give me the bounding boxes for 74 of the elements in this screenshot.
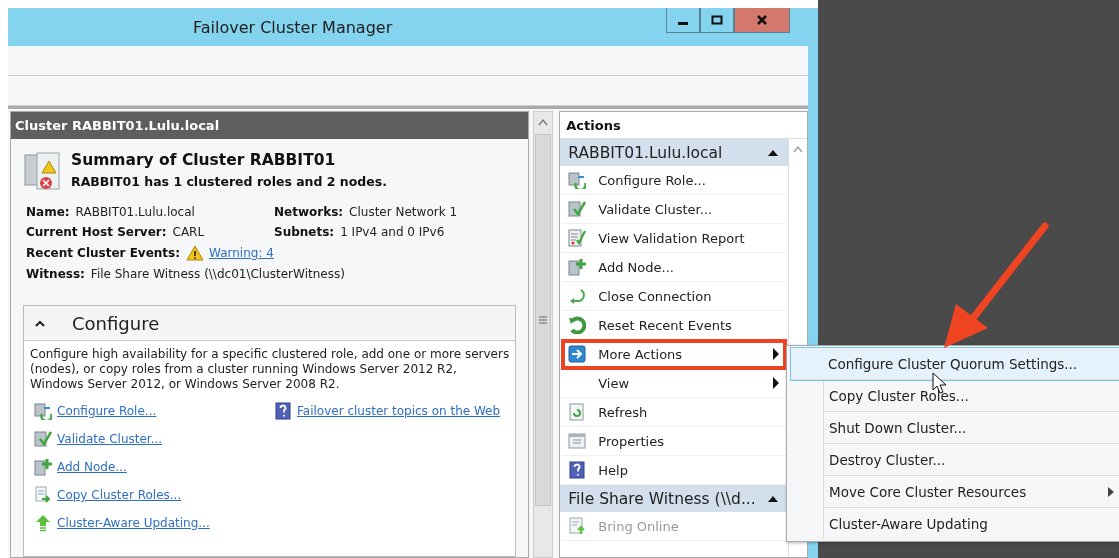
maximize-button[interactable] xyxy=(700,8,734,33)
properties-icon xyxy=(568,432,587,450)
maximize-icon xyxy=(710,13,724,27)
warning-icon xyxy=(186,245,205,261)
collapse-icon xyxy=(34,318,46,328)
action-link[interactable]: Add Node... xyxy=(57,460,127,474)
arrow-square-icon xyxy=(568,345,587,363)
list-up-icon xyxy=(568,517,587,535)
minimize-icon xyxy=(678,21,688,25)
description-text: Configure high availability for a specific clustered role, add one or more servers (nodes), or copy roles from a cluster running Windows Server 2012 R2, Windows Server 2012, or Windows Server 2008 R2. xyxy=(30,347,510,392)
pane-header: Cluster RABBIT01.Lulu.local xyxy=(11,112,529,139)
warning-link[interactable]: Warning: 4 xyxy=(209,246,274,260)
field-label: Witness: xyxy=(26,267,85,281)
configure-header[interactable]: Configure xyxy=(24,306,516,341)
section-title: Configure xyxy=(72,312,160,334)
collapse-icon xyxy=(768,148,778,157)
group-header[interactable]: File Share Witness (\\d... xyxy=(560,485,788,512)
document-arrow-icon xyxy=(34,486,52,504)
server-arrows-icon xyxy=(34,402,52,420)
field-label: Recent Cluster Events: xyxy=(26,246,181,260)
menu-item[interactable]: Cluster-Aware Updating xyxy=(823,508,1119,539)
menu-item[interactable]: Destroy Cluster... xyxy=(823,444,1119,476)
return-arrow-icon xyxy=(568,287,587,305)
field-label: Current Host Server: xyxy=(26,225,167,239)
summary-title: Summary of Cluster RABBIT01 xyxy=(71,151,337,169)
collapse-icon xyxy=(768,494,778,503)
field-value: Cluster Network 1 xyxy=(349,205,458,219)
scroll-up-icon xyxy=(538,118,549,126)
action-link[interactable]: Cluster-Aware Updating... xyxy=(57,516,210,530)
field-label: Networks: xyxy=(274,205,344,219)
field-value: 1 IPv4 and 0 IPv6 xyxy=(340,225,445,239)
action-item[interactable]: Close Connection xyxy=(562,282,786,311)
action-item[interactable]: Reset Recent Events xyxy=(562,311,786,340)
menu-item[interactable]: Move Core Cluster Resources xyxy=(823,476,1119,508)
action-item[interactable]: View Validation Report xyxy=(562,224,786,253)
circular-arrow-icon xyxy=(568,316,587,334)
grip-icon xyxy=(538,316,549,324)
action-item[interactable]: Refresh xyxy=(562,398,786,427)
window-title: Failover Cluster Manager xyxy=(193,17,393,37)
server-plus-icon xyxy=(34,458,52,476)
server-check-icon xyxy=(568,200,587,218)
field-value: CARL xyxy=(172,225,205,239)
menu-item[interactable]: Configure Cluster Quorum Settings... xyxy=(791,348,1119,380)
server-check-icon xyxy=(34,430,52,448)
help-link[interactable]: Failover cluster topics on the Web xyxy=(297,404,501,418)
field-value: File Share Witness (\\dc01\ClusterWitness) xyxy=(90,267,345,281)
refresh-page-icon xyxy=(568,403,587,421)
question-book-icon xyxy=(568,461,587,479)
action-link[interactable]: Copy Cluster Roles... xyxy=(57,488,182,502)
minimize-button[interactable] xyxy=(666,8,700,33)
action-item[interactable]: Add Node... xyxy=(562,253,786,282)
action-item[interactable]: View xyxy=(562,369,786,398)
action-item[interactable]: More Actions xyxy=(562,340,786,369)
menu-item[interactable]: Shut Down Cluster... xyxy=(823,412,1119,444)
action-item[interactable]: Validate Cluster... xyxy=(562,195,786,224)
action-item[interactable]: Configure Role... xyxy=(562,166,786,195)
question-book-icon xyxy=(274,402,292,420)
field-label: Name: xyxy=(26,205,70,219)
summary-subtitle: RABBIT01 has 1 clustered roles and 2 nodes. xyxy=(71,174,387,189)
server-arrows-icon xyxy=(568,171,587,189)
up-arrow-icon xyxy=(34,514,52,532)
close-icon xyxy=(755,13,769,27)
field-label: Subnets: xyxy=(274,225,335,239)
group-header[interactable]: RABBIT01.Lulu.local xyxy=(560,139,788,166)
action-item[interactable]: Properties xyxy=(562,427,786,456)
scroll-thumb[interactable] xyxy=(535,134,552,506)
report-check-icon xyxy=(568,229,587,247)
field-value: RABBIT01.Lulu.local xyxy=(75,205,195,219)
scrollbar[interactable] xyxy=(533,111,554,558)
action-link[interactable]: Configure Role... xyxy=(57,404,157,418)
close-button[interactable] xyxy=(734,8,790,33)
action-link[interactable]: Validate Cluster... xyxy=(57,432,163,446)
server-plus-icon xyxy=(568,258,587,276)
scroll-up-icon xyxy=(793,145,803,153)
